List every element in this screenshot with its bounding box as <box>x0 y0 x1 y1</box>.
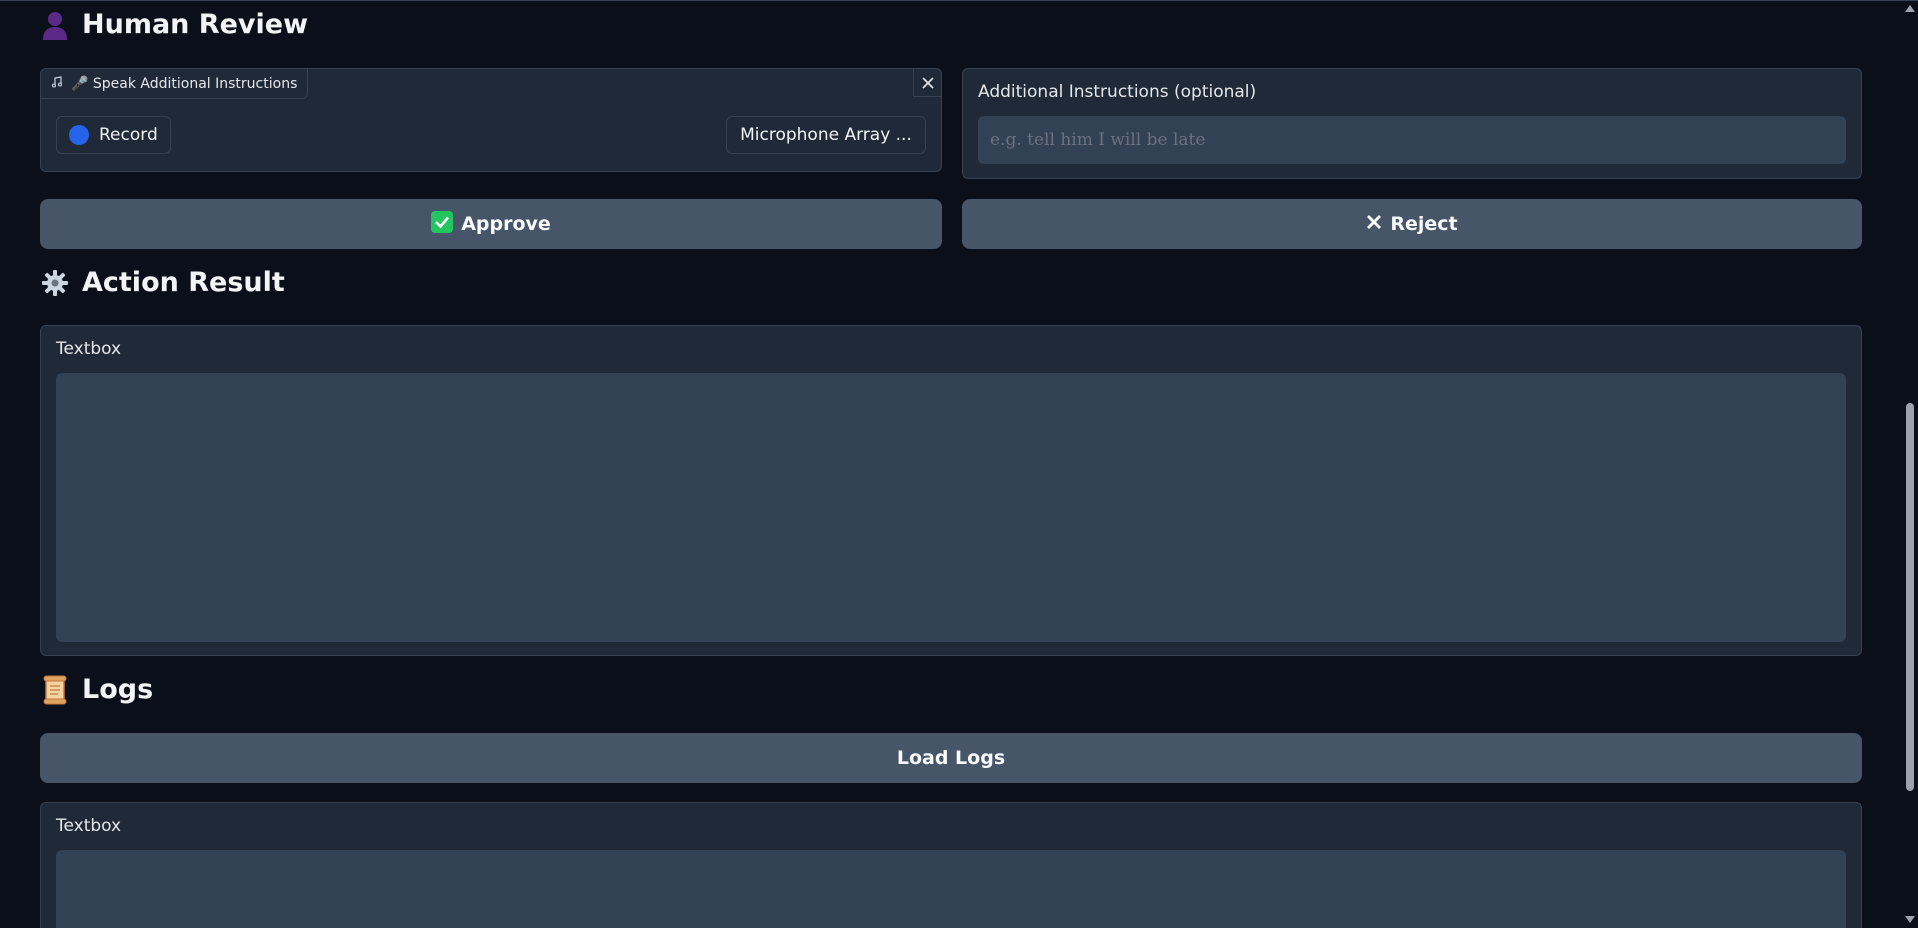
load-logs-label: Load Logs <box>896 747 1006 769</box>
x-mark-icon <box>1366 213 1382 235</box>
scroll-icon <box>40 675 70 705</box>
action-result-panel: Textbox <box>40 325 1862 656</box>
additional-instructions-input[interactable] <box>978 116 1846 164</box>
action-result-textbox[interactable] <box>56 373 1846 642</box>
human-review-heading: Human Review <box>40 9 308 40</box>
record-dot-icon <box>69 125 89 145</box>
scroll-down-arrow-icon[interactable] <box>1905 916 1915 923</box>
close-icon <box>921 76 934 89</box>
audio-input-panel: 🎤 Speak Additional Instructions Record M… <box>40 68 942 172</box>
gear-icon <box>40 268 70 298</box>
audio-tab: 🎤 Speak Additional Instructions <box>41 69 309 99</box>
load-logs-button[interactable]: Load Logs <box>40 733 1862 783</box>
microphone-select[interactable]: Microphone Array ... <box>726 116 926 154</box>
microphone-select-label: Microphone Array ... <box>740 125 912 145</box>
audio-tab-label: 🎤 Speak Additional Instructions <box>71 75 298 92</box>
approve-label: Approve <box>461 213 551 235</box>
action-result-title: Action Result <box>82 267 285 298</box>
human-review-title: Human Review <box>82 9 309 40</box>
clear-audio-button[interactable] <box>913 69 941 97</box>
reject-label: Reject <box>1390 213 1458 235</box>
scroll-up-arrow-icon[interactable] <box>1905 5 1915 12</box>
logs-textbox-label: Textbox <box>56 816 122 836</box>
action-result-textbox-label: Textbox <box>56 339 122 359</box>
action-result-heading: Action Result <box>40 267 285 298</box>
page: Human Review 🎤 Speak Additional Instruct… <box>0 0 1918 928</box>
approve-button[interactable]: Approve <box>40 199 942 249</box>
record-button[interactable]: Record <box>56 116 171 154</box>
vertical-scrollbar[interactable] <box>1902 1 1918 928</box>
additional-instructions-panel: Additional Instructions (optional) <box>962 68 1862 179</box>
logs-heading: Logs <box>40 674 153 705</box>
record-label: Record <box>99 125 158 145</box>
reject-button[interactable]: Reject <box>962 199 1862 249</box>
music-note-icon <box>51 75 63 92</box>
logs-textbox[interactable] <box>56 850 1846 928</box>
scrollbar-thumb[interactable] <box>1906 403 1914 791</box>
person-silhouette-icon <box>40 10 70 40</box>
logs-panel: Textbox <box>40 802 1862 928</box>
additional-instructions-label: Additional Instructions (optional) <box>978 82 1257 102</box>
logs-title: Logs <box>82 674 154 705</box>
check-mark-icon <box>431 210 454 238</box>
